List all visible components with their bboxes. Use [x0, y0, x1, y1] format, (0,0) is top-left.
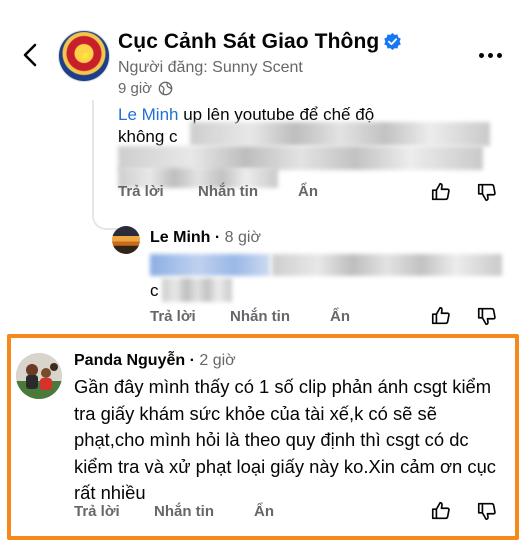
star-icon: ★ — [79, 48, 91, 62]
blurred-text — [162, 278, 232, 302]
message-button[interactable]: Nhắn tin — [198, 183, 258, 200]
comment-actions: Trả lời Nhắn tin Ẩn — [118, 183, 338, 203]
reply-button[interactable]: Trả lời — [118, 183, 164, 200]
comment-text-fragment: c — [150, 281, 159, 300]
page-title-text: Cục Cảnh Sát Giao Thông — [118, 30, 380, 53]
message-button[interactable]: Nhắn tin — [154, 503, 214, 520]
thumbs-up-icon[interactable] — [430, 305, 452, 327]
blurred-text — [118, 146, 483, 170]
thumbs-down-icon[interactable] — [476, 181, 498, 203]
thumbs-down-icon[interactable] — [476, 500, 498, 522]
reply-button[interactable]: Trả lời — [150, 308, 196, 325]
comment-author: Le Minh · 8 giờ — [150, 229, 261, 246]
comment-author: Panda Nguyễn · 2 giờ — [74, 352, 236, 369]
comment-text: Gần đây mình thấy có 1 số clip phản ánh … — [74, 376, 496, 503]
hide-button[interactable]: Ẩn — [254, 503, 274, 520]
comment-actions: Trả lời Nhắn tin Ẩn — [150, 308, 370, 328]
blurred-text — [150, 254, 270, 276]
thumbs-up-icon[interactable] — [430, 500, 452, 522]
comment-actions: Trả lời Nhắn tin Ẩn — [74, 503, 294, 523]
hide-button[interactable]: Ẩn — [298, 183, 318, 200]
page-avatar[interactable]: ★ — [58, 30, 110, 82]
mention-link[interactable]: Le Minh — [118, 105, 178, 124]
comment-text-fragment-2: không c — [118, 127, 178, 146]
hide-button[interactable]: Ẩn — [330, 308, 350, 325]
blurred-text — [190, 122, 490, 146]
page-header: ★ Cục Cảnh Sát Giao Thông Người đăng: Su… — [0, 0, 526, 104]
avatar[interactable] — [112, 226, 140, 254]
page-title[interactable]: Cục Cảnh Sát Giao Thông — [118, 30, 402, 54]
avatar-photo — [16, 353, 62, 399]
comment-author-name[interactable]: Le Minh — [150, 229, 210, 246]
post-time: 9 giờ — [118, 80, 173, 97]
thumbs-down-icon[interactable] — [476, 305, 498, 327]
comment-time: 8 giờ — [224, 229, 261, 246]
comment-author-name[interactable]: Panda Nguyễn — [74, 352, 185, 369]
poster-label: Người đăng: Sunny Scent — [118, 59, 303, 76]
reply-thread-line — [92, 100, 118, 230]
reply-button[interactable]: Trả lời — [74, 503, 120, 520]
avatar[interactable] — [16, 353, 62, 399]
globe-icon — [158, 81, 173, 96]
blurred-text — [272, 254, 502, 276]
chevron-left-icon[interactable] — [16, 40, 46, 70]
post-time-text: 9 giờ — [118, 80, 153, 97]
message-button[interactable]: Nhắn tin — [230, 308, 290, 325]
more-dots-icon[interactable] — [478, 44, 504, 68]
verified-badge-icon — [384, 32, 402, 51]
comment-time: 2 giờ — [199, 352, 236, 369]
thumbs-up-icon[interactable] — [430, 181, 452, 203]
